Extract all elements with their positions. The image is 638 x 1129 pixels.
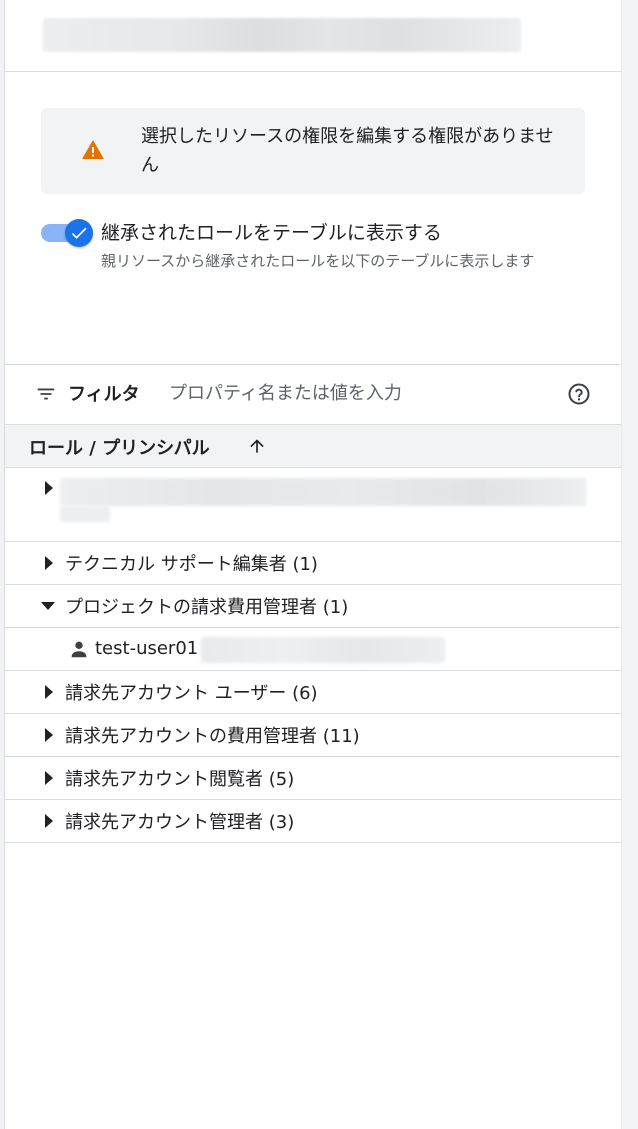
permission-warning-alert: 選択したリソースの権限を編集する権限がありません xyxy=(41,108,585,194)
toggle-knob xyxy=(65,219,93,247)
role-label: 請求先アカウント閲覧者 (5) xyxy=(65,769,295,790)
table-row[interactable]: 請求先アカウント管理者 (3) xyxy=(5,800,621,843)
role-label: プロジェクトの請求費用管理者 (1) xyxy=(65,597,349,618)
person-icon xyxy=(71,641,87,658)
caret-right-icon[interactable] xyxy=(43,813,55,829)
caret-right-icon[interactable] xyxy=(43,480,55,496)
show-inherited-roles-toggle[interactable] xyxy=(41,218,93,247)
caret-right-icon[interactable] xyxy=(43,770,55,786)
filter-icon[interactable] xyxy=(35,383,57,405)
toggle-label: 継承されたロールをテーブルに表示する xyxy=(101,222,442,244)
member-name: test-user01 xyxy=(95,638,199,659)
filter-input[interactable] xyxy=(169,378,549,408)
toggle-description: 親リソースから継承されたロールを以下のテーブルに表示します xyxy=(101,252,535,270)
table-row[interactable]: プロジェクトの請求費用管理者 (1) xyxy=(5,585,621,628)
filter-bar: フィルタ xyxy=(5,365,621,423)
table-row[interactable]: 請求先アカウント ユーザー (6) xyxy=(5,671,621,714)
role-principal-column-header[interactable]: ロール / プリンシパル xyxy=(5,424,621,468)
role-label: テクニカル サポート編集者 (1) xyxy=(65,554,318,575)
member-row[interactable]: test-user01 xyxy=(5,628,621,671)
table-row[interactable]: 請求先アカウントの費用管理者 (11) xyxy=(5,714,621,757)
role-label: 請求先アカウント管理者 (3) xyxy=(65,812,295,833)
help-icon[interactable] xyxy=(567,382,591,406)
column-header-label: ロール / プリンシパル xyxy=(29,438,210,459)
caret-right-icon[interactable] xyxy=(43,727,55,743)
table-row[interactable] xyxy=(5,468,621,542)
table-row[interactable]: テクニカル サポート編集者 (1) xyxy=(5,542,621,585)
caret-right-icon[interactable] xyxy=(43,684,55,700)
arrow-up-icon xyxy=(250,439,264,453)
check-icon xyxy=(71,227,87,239)
caret-right-icon[interactable] xyxy=(43,555,55,571)
redacted-role-name xyxy=(60,478,586,506)
permissions-panel: 選択したリソースの権限を編集する権限がありません 継承されたロールをテーブルに表… xyxy=(5,0,621,1129)
filter-label: フィルタ xyxy=(68,384,140,405)
table-row[interactable]: 請求先アカウント閲覧者 (5) xyxy=(5,757,621,800)
redacted-title xyxy=(43,18,521,52)
role-label: 請求先アカウント ユーザー (6) xyxy=(65,683,318,704)
redacted-role-count xyxy=(60,506,110,522)
warning-icon xyxy=(82,140,104,159)
caret-down-icon[interactable] xyxy=(40,600,56,612)
panel-header xyxy=(5,0,621,72)
scrollbar-track[interactable] xyxy=(621,0,638,1129)
redacted-member-email xyxy=(201,637,445,663)
alert-message: 選択したリソースの権限を編集する権限がありません xyxy=(141,126,554,176)
role-label: 請求先アカウントの費用管理者 (11) xyxy=(65,726,360,747)
